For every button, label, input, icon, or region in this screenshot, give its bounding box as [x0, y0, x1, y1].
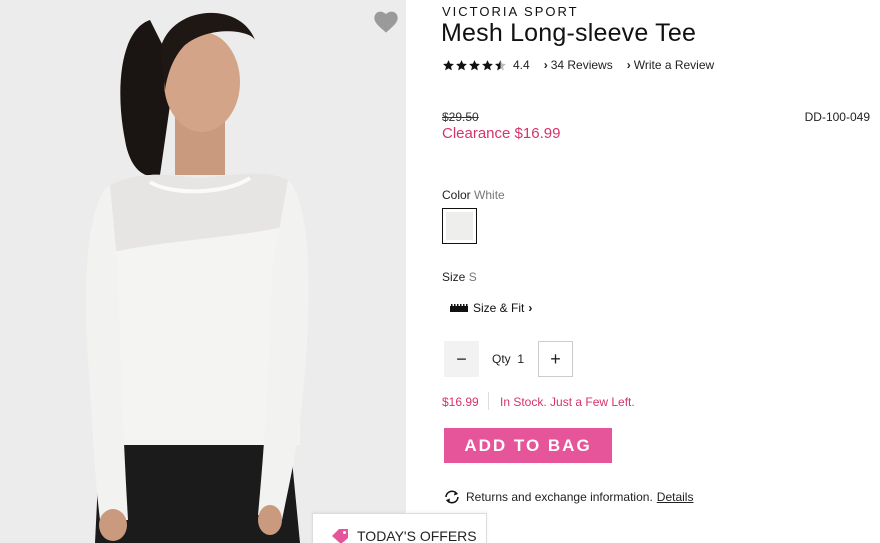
current-price: $16.99	[442, 395, 479, 409]
star-icon	[456, 59, 467, 70]
write-review-link[interactable]: › Write a Review	[627, 58, 714, 72]
product-image	[0, 0, 406, 543]
rating-stars	[442, 59, 507, 72]
size-value: S	[468, 270, 477, 284]
chevron-right-icon: ›	[528, 301, 533, 315]
write-review-label: Write a Review	[633, 58, 715, 72]
size-fit-label: Size & Fit	[473, 301, 525, 315]
qty-label: Qty	[492, 352, 511, 366]
color-label: Color White	[442, 188, 505, 202]
star-half-icon	[495, 59, 506, 70]
returns-info: Returns and exchange information. Detail…	[442, 489, 693, 505]
minus-icon: −	[456, 348, 467, 369]
star-icon	[469, 59, 480, 70]
color-swatch-white[interactable]	[442, 208, 477, 244]
tag-icon	[332, 529, 348, 543]
size-fit-link[interactable]: Size & Fit ›	[450, 301, 532, 315]
divider	[488, 392, 489, 410]
product-title: Mesh Long-sleeve Tee	[441, 19, 697, 47]
chevron-right-icon: ›	[543, 58, 548, 72]
color-label-text: Color	[442, 188, 471, 202]
returns-text: Returns and exchange information.	[466, 490, 653, 504]
heart-icon[interactable]	[372, 8, 400, 34]
brand-name: VICTORIA SPORT	[442, 4, 579, 19]
star-icon	[443, 59, 454, 70]
qty-value: 1	[517, 352, 525, 366]
details-link[interactable]: Details	[657, 490, 694, 504]
rating-row: 4.4 › 34 Reviews › Write a Review	[442, 57, 714, 73]
size-label-text: Size	[442, 270, 466, 284]
clearance-price: Clearance $16.99	[442, 125, 561, 142]
original-price: $29.50	[442, 110, 479, 124]
refresh-arrows-icon	[445, 490, 459, 504]
offers-label: TODAY'S OFFERS	[357, 528, 477, 543]
add-to-bag-button[interactable]: ADD TO BAG	[444, 428, 612, 463]
reviews-link[interactable]: › 34 Reviews	[544, 58, 613, 72]
todays-offers-tab[interactable]: TODAY'S OFFERS	[312, 513, 487, 543]
ruler-icon	[450, 304, 468, 312]
size-label: Size S	[442, 270, 477, 284]
product-sku: DD-100-049	[804, 110, 870, 124]
star-icon	[482, 59, 493, 70]
qty-display: Qty 1	[492, 352, 524, 366]
chevron-right-icon: ›	[626, 58, 631, 72]
swatch-fill	[446, 212, 473, 240]
reviews-link-label: 34 Reviews	[550, 58, 613, 72]
plus-icon: +	[550, 348, 561, 369]
color-value: White	[474, 188, 505, 202]
qty-increase-button[interactable]: +	[538, 341, 573, 377]
rating-value: 4.4	[513, 58, 530, 72]
qty-decrease-button[interactable]: −	[444, 341, 479, 377]
stock-status: In Stock. Just a Few Left.	[500, 395, 635, 409]
